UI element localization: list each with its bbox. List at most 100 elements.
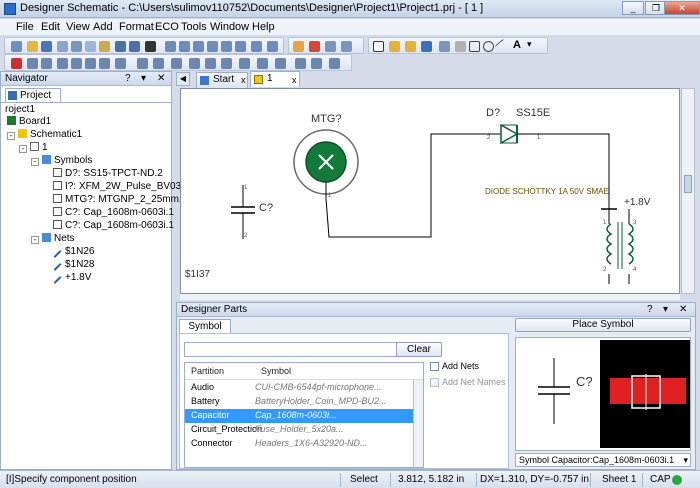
align-right-icon[interactable] (71, 58, 82, 69)
cut-icon[interactable] (71, 41, 82, 52)
navigator-pin-button[interactable]: ▾ (141, 72, 146, 85)
menu-eco[interactable]: ECO (155, 21, 179, 33)
mirror-icon[interactable] (137, 58, 148, 69)
collapse-icon[interactable]: - (31, 236, 39, 244)
table-scrollbar[interactable] (413, 380, 423, 467)
add-polygon-icon[interactable] (455, 41, 466, 52)
add-wire-icon[interactable] (389, 41, 400, 52)
table-row-selected[interactable]: Capacitor Cap_1608m-0603i... (185, 409, 413, 423)
close-button[interactable]: ✕ (664, 1, 700, 15)
tree-item-nets[interactable]: - Nets (31, 233, 75, 244)
redo-icon[interactable] (129, 41, 140, 52)
place-symbol-button[interactable]: Place Symbol (515, 318, 691, 332)
tree-item-symbol[interactable]: I?: XFM_2W_Pulse_BV030.1 (53, 181, 195, 192)
tree-item-symbol[interactable]: C?: Cap_1608m-0603i.1 (53, 207, 174, 218)
symbol-select[interactable]: Symbol Capacitor:Cap_1608m-0603i.1 ▾ (515, 453, 691, 467)
flip-icon[interactable] (41, 58, 52, 69)
menu-file[interactable]: File (16, 21, 34, 33)
canvas-vertical-scrollbar[interactable] (681, 88, 695, 294)
tree-item-board[interactable]: Board1 (7, 116, 51, 127)
new-icon[interactable] (11, 41, 22, 52)
tree-item-symbol[interactable]: MTG?: MTGNP_2_25mm.1 (53, 194, 187, 205)
tree-item-symbol[interactable]: C?: Cap_1608m-0603i.1 (53, 220, 174, 231)
menu-help[interactable]: Help (252, 21, 275, 33)
add-line-icon[interactable] (494, 38, 511, 55)
zoom-out-icon[interactable] (207, 41, 218, 52)
select-symbol-icon[interactable] (341, 41, 352, 52)
schematic-canvas[interactable]: MTG? D? SS15E DIODE SCHOTTKY 1A 50V SMAE… (180, 88, 680, 294)
tree-item-net[interactable]: $1N28 (53, 259, 94, 271)
diode-body[interactable] (500, 123, 519, 145)
zoom-area-icon[interactable] (179, 41, 190, 52)
collapse-icon[interactable]: - (31, 158, 39, 166)
table-row[interactable]: Audio CUI-CMB-6544pf-microphone... (185, 381, 413, 395)
menu-format[interactable]: Format (119, 21, 154, 33)
menu-add[interactable]: Add (93, 21, 113, 33)
add-rectangle-icon[interactable] (469, 41, 480, 52)
save-icon[interactable] (41, 41, 52, 52)
tree-item-sheet[interactable]: -1 (19, 142, 48, 153)
add-bus-icon[interactable] (405, 41, 416, 52)
diode-value-label[interactable]: SS15E (516, 107, 550, 119)
tab-symbol-view[interactable]: Symbol View (179, 319, 231, 345)
add-nets-checkbox[interactable] (430, 362, 439, 371)
add-net-label-icon[interactable] (439, 41, 450, 52)
canvas-horizontal-scrollbar[interactable] (180, 294, 680, 300)
hierarchy-down-icon[interactable] (311, 58, 322, 69)
find-icon[interactable] (145, 41, 156, 52)
table-row[interactable]: Circuit_Protection Fuse_Holder_5x20a... (185, 423, 413, 437)
ungroup-icon[interactable] (171, 58, 182, 69)
tree-item-net[interactable]: +1.8V (53, 272, 91, 284)
align-left-icon[interactable] (57, 58, 68, 69)
diode-ref-label[interactable]: D? (486, 107, 500, 119)
tree-item-symbol[interactable]: D?: SS15-TPCT-ND.2 (53, 168, 163, 179)
tree-item-project[interactable]: roject1 (5, 104, 35, 115)
group-icon[interactable] (153, 58, 164, 69)
paste-icon[interactable] (99, 41, 110, 52)
select-arrow-icon[interactable] (373, 41, 384, 52)
tree-item-net[interactable]: $1N26 (53, 246, 94, 258)
delete-icon[interactable] (11, 58, 22, 69)
parts-search-input[interactable] (184, 342, 418, 357)
tree-item-schematic[interactable]: - Schematic1 (7, 129, 82, 140)
cross-probe-icon[interactable] (275, 58, 286, 69)
pan-icon[interactable] (251, 41, 262, 52)
snap-icon[interactable] (221, 58, 232, 69)
zoom-next-icon[interactable] (235, 41, 246, 52)
parts-help-button[interactable]: ? (647, 303, 653, 316)
zoom-fit-icon[interactable] (165, 41, 176, 52)
column-header-partition[interactable]: Partition (191, 366, 224, 376)
package-icon[interactable] (329, 58, 340, 69)
properties-icon[interactable] (257, 58, 268, 69)
column-header-symbol[interactable]: Symbol (261, 366, 291, 376)
tree-item-symbols[interactable]: - Symbols (31, 155, 92, 166)
front-icon[interactable] (189, 58, 200, 69)
add-text-icon[interactable]: A (513, 39, 524, 51)
scrollbar-thumb[interactable] (684, 175, 692, 193)
navigator-close-button[interactable]: ✕ (157, 72, 165, 85)
back-icon[interactable] (205, 58, 216, 69)
menu-tools[interactable]: Tools (181, 21, 207, 33)
tab-project[interactable]: Project (5, 88, 61, 102)
select-net-icon[interactable] (325, 41, 336, 52)
open-icon[interactable] (27, 41, 38, 52)
print-icon[interactable] (57, 41, 68, 52)
add-net-names-checkbox[interactable] (430, 378, 439, 387)
align-top-icon[interactable] (85, 58, 96, 69)
zoom-in-icon[interactable] (193, 41, 204, 52)
table-row[interactable]: Battery BatteryHolder_Coin_MPD-BU2... (185, 395, 413, 409)
navigator-help-button[interactable]: ? (125, 72, 131, 85)
menu-edit[interactable]: Edit (41, 21, 60, 33)
power-net-label[interactable]: +1.8V (624, 197, 650, 208)
collapse-icon[interactable]: - (7, 132, 15, 140)
tab-sheet-1-close[interactable]: x (292, 75, 297, 85)
clear-button[interactable]: Clear (396, 342, 442, 357)
mtg-ref-label[interactable]: MTG? (311, 113, 342, 125)
table-row[interactable]: Connector Headers_1X6-A32920-ND... (185, 437, 413, 451)
parts-pin-button[interactable]: ▾ (663, 303, 668, 316)
copy-icon[interactable] (85, 41, 96, 52)
diode-description-label[interactable]: DIODE SCHOTTKY 1A 50V SMAE (485, 187, 609, 196)
add-component-icon[interactable] (421, 41, 432, 52)
chevron-down-icon[interactable]: ▾ (683, 454, 688, 466)
zoom-previous-icon[interactable] (221, 41, 232, 52)
